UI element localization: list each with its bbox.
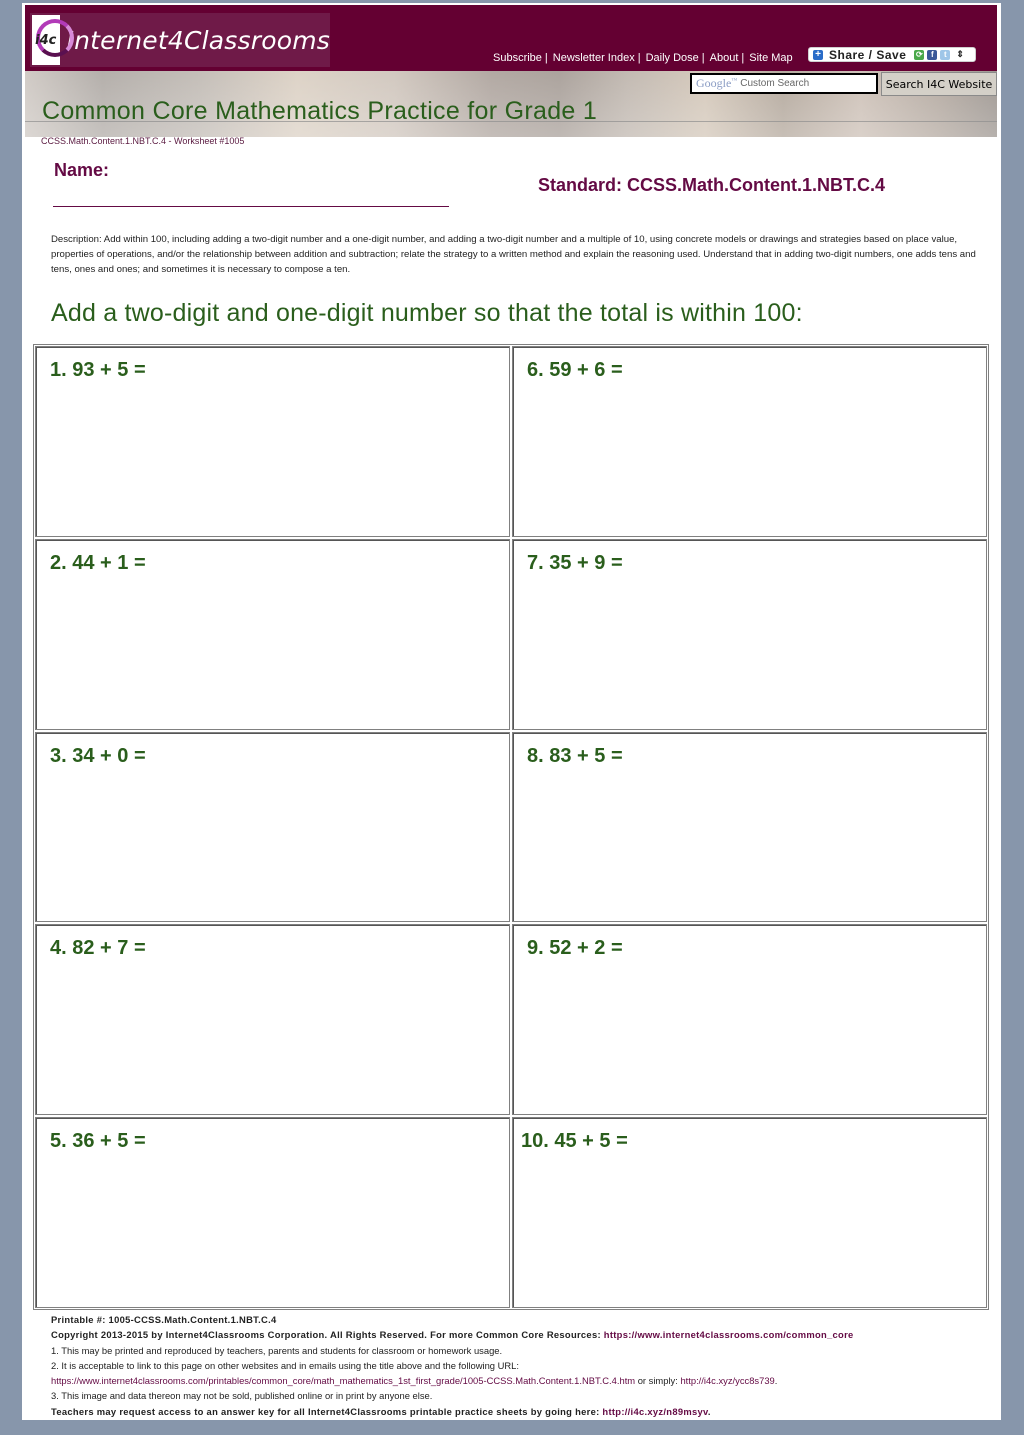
problem-cell: 4. 82 + 7 = [35,924,510,1116]
usage-note-1: 1. This may be printed and reproduced by… [51,1344,503,1356]
addthis-icon[interactable]: ⟳ [914,49,925,60]
printable-number: Printable #: 1005-CCSS.Math.Content.1.NB… [51,1314,277,1325]
nav-separator: | [544,52,548,64]
problem-text: 2. 44 + 1 = [50,551,146,574]
problem-cell: 9. 52 + 2 = [512,924,987,1116]
worksheet-id: CCSS.Math.Content.1.NBT.C.4 - Worksheet … [41,136,245,146]
name-blank-line [53,205,449,207]
site-header: i4c Internet4Classrooms Subscribe | News… [25,5,997,71]
problem-cell: 3. 34 + 0 = [35,731,510,923]
name-label: Name: [54,160,110,180]
problem-text: 4. 82 + 7 = [50,937,146,960]
standard-label: Standard: CCSS.Math.Content.1.NBT.C.4 [538,175,886,195]
problem-text: 1. 93 + 5 = [50,359,146,381]
answer-key-note: Teachers may request access to an answer… [51,1405,711,1417]
nav-site-map[interactable]: Site Map [749,52,792,64]
common-core-link[interactable]: https://www.internet4classrooms.com/comm… [604,1329,854,1340]
nav-separator: | [741,52,745,64]
nav-separator: | [637,52,641,64]
usage-note-2: 2. It is acceptable to link to this page… [51,1359,519,1371]
problem-cell: 5. 36 + 5 = [35,1117,510,1308]
problem-cell: 8. 83 + 5 = [512,731,987,923]
problem-cell: 6. 59 + 6 = [512,346,987,537]
problem-grid: 1. 93 + 5 = 2. 44 + 1 = 3. 34 + 0 = 4. 8… [33,344,989,1310]
share-plus-icon: + [813,49,823,60]
search-button[interactable]: Search I4C Website [881,72,997,96]
usage-note-3: 3. This image and data thereon may not b… [51,1390,433,1402]
answer-key-link[interactable]: http://i4c.xyz/n89msyv [602,1406,707,1417]
logo-text: Internet4Classrooms [66,25,330,55]
top-nav: Subscribe | Newsletter Index | Daily Dos… [493,52,793,64]
standard-description: Description: Add within 100, including a… [51,234,976,275]
google-logo: Google™ [696,76,738,90]
share-label: Share / Save [829,47,907,62]
short-url-link[interactable]: http://i4c.xyz/ycc8s739 [680,1375,774,1386]
problem-cell: 7. 35 + 9 = [512,538,987,730]
copyright: Copyright 2013-2015 by Internet4Classroo… [51,1329,854,1341]
nav-newsletter-index[interactable]: Newsletter Index [553,52,635,64]
search-input[interactable]: Google™ Custom Search [690,73,878,94]
search-placeholder: Custom Search [740,78,810,89]
twitter-icon[interactable]: t [940,49,951,60]
nav-subscribe[interactable]: Subscribe [493,52,542,64]
nav-separator: | [701,52,705,64]
problem-text: 6. 59 + 6 = [527,359,623,381]
nav-daily-dose[interactable]: Daily Dose [646,52,699,64]
instructions-heading: Add a two-digit and one-digit number so … [51,299,803,327]
nav-about[interactable]: About [710,52,739,64]
page-url-line: https://www.internet4classrooms.com/prin… [51,1375,778,1387]
problem-cell: 2. 44 + 1 = [35,538,510,730]
problem-text: 10. 45 + 5 = [521,1130,628,1153]
page-url-link[interactable]: https://www.internet4classrooms.com/prin… [51,1375,635,1386]
share-dropdown-icon[interactable]: ⇕ [956,49,964,60]
page-title: Common Core Mathematics Practice for Gra… [42,97,598,125]
problem-text: 9. 52 + 2 = [527,937,623,960]
problem-text: 3. 34 + 0 = [50,744,146,767]
i4c-logo-icon: i4c [32,15,74,65]
site-logo[interactable]: i4c Internet4Classrooms [30,13,330,67]
footer: Printable #: 1005-CCSS.Math.Content.1.NB… [51,1312,995,1419]
worksheet-page: i4c Internet4Classrooms Subscribe | News… [22,3,1001,1420]
problem-text: 8. 83 + 5 = [527,744,623,767]
page-banner: Common Core Mathematics Practice for Gra… [25,71,997,137]
facebook-icon[interactable]: f [927,49,938,60]
problem-text: 5. 36 + 5 = [50,1130,146,1153]
share-save-button[interactable]: + Share / Save ⟳ f t ⇕ [808,47,976,62]
problem-text: 7. 35 + 9 = [527,551,623,574]
problem-cell: 10. 45 + 5 = [512,1117,987,1308]
problem-cell: 1. 93 + 5 = [35,346,510,537]
